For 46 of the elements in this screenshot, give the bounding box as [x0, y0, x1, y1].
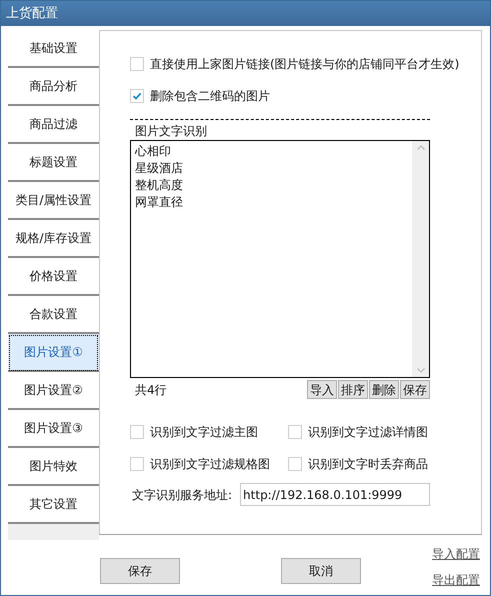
- config-link[interactable]: 导出配置: [432, 571, 480, 589]
- footer-button[interactable]: 保存: [100, 558, 180, 584]
- checkbox[interactable]: [288, 425, 302, 439]
- sidebar-tab[interactable]: 图片设置②: [8, 372, 99, 410]
- checkbox-label: 直接使用上家图片链接(图片链接与你的店铺同平台才生效): [150, 56, 460, 73]
- list-line: 整机高度: [135, 177, 184, 194]
- scrollbar[interactable]: [412, 141, 429, 377]
- footer-button[interactable]: 取消: [281, 558, 361, 584]
- sidebar-tab[interactable]: 其它设置: [8, 486, 99, 524]
- sidebar-tab[interactable]: 规格/库存设置: [8, 220, 99, 258]
- scroll-down-icon[interactable]: [416, 368, 424, 373]
- list-action-button[interactable]: 导入: [307, 380, 337, 399]
- checkbox[interactable]: [130, 89, 144, 103]
- checkbox[interactable]: [130, 425, 144, 439]
- checkbox[interactable]: [130, 57, 144, 71]
- checkbox-label: 识别到文字过滤规格图: [150, 456, 270, 473]
- sidebar-tab[interactable]: 基础设置: [8, 30, 99, 68]
- section-title: 图片文字识别: [135, 123, 208, 140]
- list-action-button[interactable]: 排序: [338, 380, 368, 399]
- field-label: 文字识别服务地址:: [132, 486, 232, 504]
- list-action-button[interactable]: 删除: [369, 380, 399, 399]
- checkbox-label: 删除包含二维码的图片: [150, 88, 270, 105]
- checkbox[interactable]: [130, 457, 144, 471]
- sidebar-tab[interactable]: 图片设置①: [8, 334, 99, 372]
- sidebar-tab[interactable]: 图片特效: [8, 448, 99, 486]
- service-address-field[interactable]: http://192.168.0.101:9999: [240, 483, 430, 506]
- config-link[interactable]: 导入配置: [432, 545, 480, 563]
- list-line: 心相印: [135, 143, 172, 160]
- sidebar-tab[interactable]: 价格设置: [8, 258, 99, 296]
- sidebar-tab[interactable]: 图片设置③: [8, 410, 99, 448]
- line-count: 共4行: [135, 382, 167, 398]
- list-line: 网罩直径: [135, 194, 184, 211]
- list-line: 星级酒店: [135, 160, 184, 177]
- checkmark-icon: [132, 91, 142, 101]
- window-title: 上货配置: [6, 4, 58, 23]
- sidebar-tab[interactable]: 合款设置: [8, 296, 99, 334]
- checkbox-label: 识别到文字时丢弃商品: [308, 456, 428, 473]
- sidebar-tab[interactable]: 类目/属性设置: [8, 182, 99, 220]
- checkbox-label: 识别到文字过滤详情图: [308, 424, 428, 441]
- list-action-button[interactable]: 保存: [400, 380, 430, 399]
- sidebar-tab[interactable]: 商品过滤: [8, 106, 99, 144]
- scroll-up-icon[interactable]: [416, 145, 424, 150]
- checkbox[interactable]: [288, 457, 302, 471]
- sidebar-tab[interactable]: 标题设置: [8, 144, 99, 182]
- checkbox-label: 识别到文字过滤主图: [150, 424, 258, 441]
- sidebar-tab[interactable]: 商品分析: [8, 68, 99, 106]
